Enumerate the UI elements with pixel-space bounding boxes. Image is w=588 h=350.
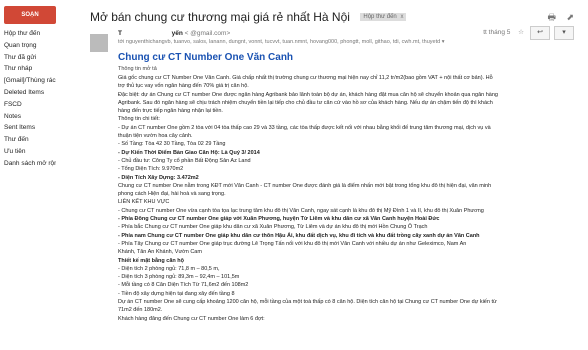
label-chip[interactable]: Hộp thư đến x [360,12,407,21]
star-icon[interactable]: ☆ [518,29,524,36]
recipients[interactable]: tới nguyenthichangvb, tuanvo, salos, lan… [118,39,548,45]
sidebar: SOẠN Hộp thư đến Quan trọng Thư đã gửi T… [0,0,56,350]
content-line: - Số Tầng: Tòa 42 30 Tầng, Tòa 02 29 Tần… [118,141,226,148]
content-line: hàng đến trực tiếp ngân hàng nhận lại ti… [118,108,223,115]
sidebar-item[interactable]: Thư đã gửi [4,52,56,64]
more-options-button[interactable]: ▾ [554,26,574,40]
compose-button[interactable]: SOẠN [4,6,56,24]
sidebar-item[interactable]: Notes [4,111,56,123]
sidebar-item[interactable]: Quan trọng [4,40,56,52]
sender: T yến < @gmail.com> [118,30,230,37]
content-line: phong cách Hiện đại, hài hoà và sang trọ… [118,191,226,198]
content-line: 71m2 đến 180m2. [118,307,163,314]
content-line: thuận tiện vườn hoa cây cảnh. [118,133,193,140]
sidebar-item[interactable]: Hộp thư đến [4,28,56,40]
sidebar-item[interactable]: Danh sách mở rộng ▾ [4,158,56,170]
content-line: - Mỗi tầng có 8 Căn Diện Tích Từ 71,6m2 … [118,282,249,289]
content-line: - Phía Tây Chung cư CT number One giáp t… [118,240,467,247]
content-line: - Dự án CT number One gồm 2 tòa với 04 t… [118,124,491,131]
content-line: Thiết kế mặt bằng căn hộ [118,257,185,264]
sender-prefix: T [118,30,122,37]
content-line: - Diện tích 2 phòng ngủ: 71,8 m – 80,5 m… [118,265,220,272]
sidebar-nav: Hộp thư đến Quan trọng Thư đã gửi Thư nh… [4,28,56,170]
content-line: Agribank. Sau đó ngân hàng sẽ chịu trách… [118,99,493,106]
reply-button[interactable]: ↩ [530,26,550,40]
print-icon[interactable]: 🖶 [547,12,556,22]
content-lines: Giá gốc chung cư CT Number One Vân Canh.… [118,74,568,323]
content-line: Khánh, Tân An Khánh, Vườn Cam [118,249,202,256]
content-line: - Chung cư CT number One vừa cạnh tòa tọ… [118,207,484,214]
sender-email: < @gmail.com> [184,30,231,37]
subject-row: Mở bán chung cư thương mại giá rẻ nhất H… [90,8,407,24]
content-line: Chung cư CT number One nằm trong KĐT mới… [118,182,492,189]
content-line: - Tổng Diện Tích: 9.970m2 [118,166,184,173]
sidebar-item[interactable]: Deleted Items [4,87,56,99]
sidebar-item[interactable]: Sent Items [4,122,56,134]
date-area: tt tháng 5 ☆ [483,28,524,36]
content-line: - Phía nam Chung cư CT number One giáp k… [118,232,480,239]
content-line: - Dự Kiến Thời Điểm Bàn Giao Căn Hộ: Là … [118,149,260,156]
content-line: - Phía Đông Chung cư CT number One giáp … [118,216,440,223]
message-pane: Mở bán chung cư thương mại giá rẻ nhất H… [60,0,588,350]
content-line: Giá gốc chung cư CT Number One Vân Canh.… [118,75,493,81]
sidebar-item[interactable]: Ưu tiên [4,146,56,158]
avatar [90,34,108,52]
content-line: trợ thủ tục vay vốn ngân hàng đến 70% gi… [118,83,249,90]
sidebar-item[interactable]: FSCD [4,99,56,111]
message-body: Chung cư CT Number One Văn Canh Thông ti… [118,52,568,323]
content-line: - Phía bắc Chung cư CT number One giáp k… [118,224,428,231]
content-subheading: Thông tin mở tả [118,66,157,72]
label-chip-text: Hộp thư đến [363,13,397,20]
content-line: - Diện tích 3 phòng ngủ: 89,3m – 92,4m –… [118,274,240,281]
content-line: LIÊN KẾT KHU VỰC [118,199,170,206]
reply-icon: ↩ [537,29,543,36]
content-line: - Tiền độ xây dựng hiện tại đang xây đến… [118,290,235,297]
content-line: - Diện Tích Xây Dựng: 3.472m2 [118,174,199,181]
sidebar-item[interactable]: [Gmail]/Thùng rác [4,75,56,87]
email-subject: Mở bán chung cư thương mại giá rẻ nhất H… [90,9,350,24]
new-window-icon[interactable]: ⬈ [566,12,574,22]
chevron-down-icon: ▾ [562,29,566,36]
content-line: Dự án CT number One sẽ cung cấp khoảng 1… [118,299,497,306]
content-line: Đặc biệt: dự án Chung cư CT number One đ… [118,91,498,98]
content-line: Khách hàng đăng đến Chung cư CT number O… [118,315,265,322]
content-line: Thông tin chi tiết: [118,116,160,123]
email-date: tt tháng 5 [483,29,511,36]
sidebar-item[interactable]: Thư nháp [4,63,56,75]
sidebar-item[interactable]: Thư đến [4,134,56,146]
content-line: - Chủ đầu tư: Công Ty cổ phần Bất Động S… [118,157,251,164]
close-icon[interactable]: x [400,14,403,20]
top-icons: 🖶 ⬈ [539,10,574,26]
content-heading: Chung cư CT Number One Văn Canh [118,52,294,63]
sender-name: yến [171,30,183,37]
